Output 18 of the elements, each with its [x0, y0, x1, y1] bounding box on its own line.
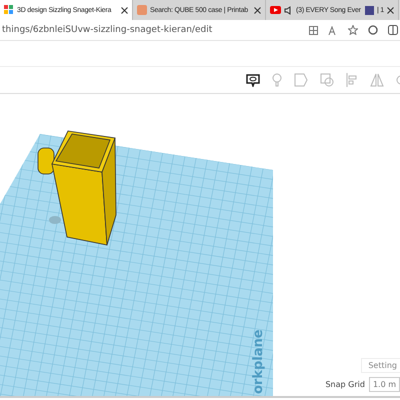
star-icon[interactable]: [348, 25, 358, 35]
close-icon[interactable]: [387, 6, 394, 14]
apps-icon[interactable]: [309, 26, 318, 34]
refresh-icon[interactable]: [368, 25, 378, 35]
address-url[interactable]: things/6zbnleiSUvw-sizzling-snaget-kieran/edit: [2, 25, 299, 35]
read-aloud-icon[interactable]: [328, 26, 338, 34]
workplane-label: orkplane: [251, 329, 266, 394]
speaker-icon: [284, 6, 293, 14]
snap-grid-field[interactable]: 1.0 m: [368, 377, 400, 392]
comment-icon[interactable]: [246, 73, 260, 87]
site-logo-icon: [137, 5, 147, 15]
snap-grid-label: Snap Grid: [325, 380, 365, 389]
play-icon: [270, 6, 281, 14]
close-icon[interactable]: [254, 6, 261, 14]
split-screen-icon[interactable]: [388, 25, 398, 35]
settings-button[interactable]: Setting: [361, 358, 400, 373]
close-icon[interactable]: [121, 6, 128, 14]
grid-logo-icon: [4, 5, 14, 15]
